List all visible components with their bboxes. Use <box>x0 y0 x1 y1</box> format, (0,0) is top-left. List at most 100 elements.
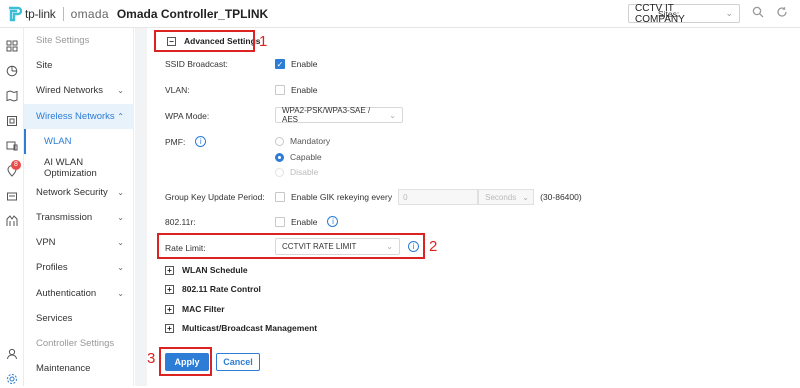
logo-divider <box>62 6 64 21</box>
wpa-mode-select[interactable]: WPA2-PSK/WPA3-SAE / AES ⌄ <box>275 106 403 124</box>
reports-icon[interactable] <box>5 215 19 229</box>
pmf-option-label: Mandatory <box>290 136 331 146</box>
expand-icon: + <box>165 265 174 275</box>
radio-icon <box>275 136 284 146</box>
checkbox-icon <box>275 216 285 227</box>
logs-icon[interactable] <box>5 190 19 204</box>
sidebar-item-wired-networks[interactable]: Wired Networks ⌄ <box>24 78 134 103</box>
ssid-broadcast-label: SSID Broadcast: <box>165 59 228 69</box>
cancel-button[interactable]: Cancel <box>216 353 260 371</box>
sidebar-item-controller-settings: Controller Settings <box>24 331 134 356</box>
sidebar-item-label: Wired Networks <box>36 85 104 96</box>
ssid-broadcast-option: Enable <box>291 59 318 69</box>
sidebar-item-wireless-networks[interactable]: Wireless Networks ⌃ <box>24 104 134 129</box>
group-key-label: Group Key Update Period: <box>165 192 265 202</box>
sidebar-item-label: Profiles <box>36 262 68 273</box>
notification-badge: 8 <box>11 160 21 170</box>
sidebar-item-services[interactable]: Services <box>24 306 134 331</box>
section-multicast-broadcast[interactable]: + Multicast/Broadcast Management <box>165 323 317 333</box>
expand-icon: + <box>165 284 174 294</box>
chevron-down-icon: ⌄ <box>117 213 124 222</box>
expand-icon: + <box>165 304 174 314</box>
site-select[interactable]: CCTV IT COMPANY ⌄ <box>628 2 740 25</box>
tp-link-logo: tp-link omada <box>6 6 109 22</box>
chevron-down-icon: ⌄ <box>117 238 124 247</box>
pmf-label-row: PMF: i <box>165 136 207 147</box>
group-key-value: 0 <box>403 192 408 202</box>
chevron-down-icon: ⌄ <box>117 86 124 95</box>
search-icon[interactable] <box>752 6 764 21</box>
wpa-mode-value: WPA2-PSK/WPA3-SAE / AES <box>282 106 371 124</box>
chevron-down-icon: ⌄ <box>117 289 124 298</box>
expand-icon: + <box>165 323 174 333</box>
group-key-checkbox[interactable] <box>275 192 285 202</box>
annotation-number-3: 3 <box>147 350 156 367</box>
chevron-down-icon: ⌄ <box>725 8 733 18</box>
annotation-number-1: 1 <box>259 33 268 50</box>
dot11r-label: 802.11r: <box>165 217 196 227</box>
statistics-icon[interactable] <box>5 65 19 79</box>
pmf-label: PMF: <box>165 136 186 147</box>
sidebar-item-maintenance[interactable]: Maintenance <box>24 356 134 381</box>
annotation-box-2 <box>157 233 425 259</box>
refresh-icon[interactable] <box>776 6 788 21</box>
info-icon[interactable]: i <box>195 136 207 147</box>
chevron-down-icon: ⌄ <box>117 188 124 197</box>
dot11r-option: Enable <box>291 216 318 227</box>
dashboard-icon[interactable] <box>5 40 19 54</box>
sidebar-item-wlan[interactable]: WLAN <box>24 129 134 154</box>
section-wlan-schedule[interactable]: + WLAN Schedule <box>165 265 248 275</box>
sidebar-item-label: Services <box>36 313 73 324</box>
wpa-mode-select-wrap: WPA2-PSK/WPA3-SAE / AES ⌄ <box>275 106 403 124</box>
pmf-option-label: Disable <box>290 167 319 177</box>
group-key-row: Enable GIK rekeying every 0 Seconds ⌄ (3… <box>275 189 582 205</box>
account-icon[interactable] <box>5 348 19 362</box>
sidebar-item-profiles[interactable]: Profiles ⌄ <box>24 255 134 280</box>
group-key-range: (30-86400) <box>540 192 582 202</box>
checkbox-icon <box>275 85 285 95</box>
app-title: Omada Controller_TPLINK <box>116 6 269 21</box>
dot11r-checkbox[interactable]: Enable i <box>275 216 339 227</box>
product-name: omada <box>70 6 109 21</box>
sidebar-item-transmission[interactable]: Transmission ⌄ <box>24 205 134 230</box>
section-mac-filter[interactable]: + MAC Filter <box>165 304 225 314</box>
section-rate-control[interactable]: + 802.11 Rate Control <box>165 284 261 294</box>
clients-icon[interactable] <box>5 140 19 154</box>
section-title: Multicast/Broadcast Management <box>182 323 318 333</box>
group-key-unit-select[interactable]: Seconds ⌄ <box>478 189 535 205</box>
ssid-broadcast-checkbox[interactable]: ✓ Enable <box>275 59 317 69</box>
pmf-radio-capable[interactable]: Capable <box>275 152 322 162</box>
chevron-down-icon: ⌄ <box>522 192 529 202</box>
pmf-radio-disable: Disable <box>275 167 318 177</box>
section-title: 802.11 Rate Control <box>182 284 261 294</box>
sidebar-item-vpn[interactable]: VPN ⌄ <box>24 230 134 255</box>
site-select-value: CCTV IT COMPANY <box>635 2 685 25</box>
settings-sidebar: Site Settings Site Wired Networks ⌄ Wire… <box>24 28 134 386</box>
sidebar-item-network-security[interactable]: Network Security ⌄ <box>24 180 134 205</box>
annotation-number-2: 2 <box>429 238 438 255</box>
sidebar-item-authentication[interactable]: Authentication ⌄ <box>24 281 134 306</box>
vlan-label: VLAN: <box>165 85 190 95</box>
annotation-box-1 <box>154 30 255 52</box>
chevron-up-icon: ⌃ <box>117 112 124 121</box>
sidebar-item-ai-wlan-optimization[interactable]: AI WLAN Optimization <box>24 155 134 180</box>
settings-gear-icon[interactable] <box>5 373 19 387</box>
brand-name: tp-link <box>25 6 56 21</box>
map-icon[interactable] <box>5 90 19 104</box>
section-title: MAC Filter <box>182 304 225 314</box>
radio-selected-icon <box>275 152 284 162</box>
sidebar-item-label: Authentication <box>36 288 97 299</box>
info-icon[interactable]: i <box>327 216 339 227</box>
section-title: WLAN Schedule <box>182 265 248 275</box>
checkmark-icon: ✓ <box>275 59 285 69</box>
sidebar-item-label: WLAN <box>44 136 72 147</box>
tp-link-logo-icon <box>6 6 23 22</box>
sidebar-item-label: VPN <box>36 237 56 248</box>
devices-icon[interactable] <box>5 115 19 129</box>
pmf-radio-mandatory[interactable]: Mandatory <box>275 136 330 146</box>
vlan-checkbox[interactable]: Enable <box>275 85 317 95</box>
group-key-input[interactable]: 0 <box>398 189 479 205</box>
sidebar-item-label: Wireless Networks <box>36 111 115 122</box>
annotation-box-3 <box>159 347 212 376</box>
sidebar-item-site[interactable]: Site <box>24 53 134 78</box>
